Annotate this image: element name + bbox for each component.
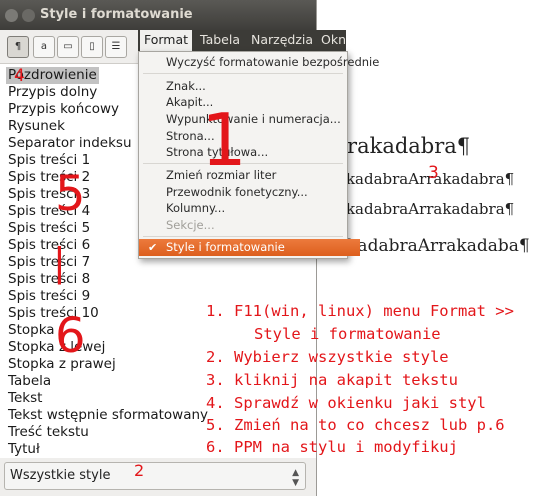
menu-item-styles-formatting[interactable]: ✔ Style i formatowanie xyxy=(139,239,360,256)
annotation-pointer: | xyxy=(53,240,66,284)
instruction-line: 1. F11(win, linux) menu Format >> xyxy=(206,302,514,320)
annotation-number: 2 xyxy=(134,461,145,480)
menu-item-phonetic-guide[interactable]: Przewodnik fonetyczny... xyxy=(166,185,308,199)
style-item[interactable]: Rysunek xyxy=(8,118,65,135)
document-paragraph[interactable]: akadabraArrakadabra¶ xyxy=(337,200,514,218)
style-item[interactable]: Spis treści 9 xyxy=(8,288,90,305)
menu-separator xyxy=(143,73,343,74)
menu-item-label: Style i formatowanie xyxy=(166,240,285,254)
style-item[interactable]: Spis treści 7 xyxy=(8,254,90,271)
annotation-number: 1 xyxy=(201,98,247,182)
instruction-line: 6. PPM na stylu i modyfikuj xyxy=(206,438,458,456)
style-filter-select[interactable]: Wszystkie style ▲ ▼ xyxy=(4,462,306,490)
style-item[interactable]: Przypis końcowy xyxy=(8,101,119,118)
menu-item-bullets-numbering[interactable]: Wypunktowanie i numeracja... xyxy=(166,112,341,126)
annotation-number: 3 xyxy=(428,163,439,183)
document-paragraph[interactable]: akadabraArrakadaba¶ xyxy=(337,236,530,256)
style-item[interactable]: Tekst xyxy=(8,390,42,407)
instruction-line: Style i formatowanie xyxy=(254,325,441,343)
style-item[interactable]: Stopka xyxy=(8,322,55,339)
panel-title: Style i formatowanie xyxy=(40,7,193,22)
panel-titlebar[interactable]: Style i formatowanie xyxy=(0,0,316,30)
style-item[interactable]: Spis treści 6 xyxy=(8,237,90,254)
close-button[interactable] xyxy=(5,9,18,22)
menu-bar: Format Tabela Narzędzia Okn xyxy=(138,30,346,51)
character-styles-icon[interactable]: a xyxy=(33,36,55,58)
document-paragraph[interactable]: rrakadabra¶ xyxy=(337,134,470,158)
menu-narzedzia[interactable]: Narzędzia xyxy=(251,32,313,47)
page-styles-icon[interactable]: ▯ xyxy=(81,36,103,58)
style-item[interactable]: Tabela xyxy=(8,373,51,390)
minimize-button[interactable] xyxy=(22,9,35,22)
check-icon: ✔ xyxy=(148,241,158,254)
instruction-line: 5. Zmień na to co chcesz lub p.6 xyxy=(206,416,505,434)
menu-tabela[interactable]: Tabela xyxy=(200,32,240,47)
menu-item-clear-formatting[interactable]: Wyczyść formatowanie bezpośrednie xyxy=(166,55,379,69)
style-filter-value: Wszystkie style xyxy=(10,468,111,483)
instruction-line: 4. Sprawdź w okienku jaki styl xyxy=(206,394,486,412)
style-item[interactable]: Spis treści 8 xyxy=(8,271,90,288)
menu-okno[interactable]: Okn xyxy=(321,32,346,47)
list-styles-icon[interactable]: ☰ xyxy=(105,36,127,58)
style-item[interactable]: Tekst wstępnie sformatowany xyxy=(8,407,208,424)
menu-item-sections[interactable]: Sekcje... xyxy=(166,218,215,232)
style-item[interactable]: Treść tekstu xyxy=(8,424,89,441)
style-item[interactable]: Spis treści 5 xyxy=(8,220,90,237)
annotation-number: 4 xyxy=(14,66,25,86)
frame-styles-icon[interactable]: ▭ xyxy=(57,36,79,58)
style-item[interactable]: Tytuł xyxy=(8,441,40,458)
style-item[interactable]: Separator indeksu xyxy=(8,135,132,152)
menu-separator xyxy=(143,236,343,237)
filter-bar: Wszystkie style ▲ ▼ xyxy=(0,458,316,496)
annotation-number: 6 xyxy=(55,308,86,364)
menu-item-columns[interactable]: Kolumny... xyxy=(166,201,225,215)
menu-format[interactable]: Format xyxy=(140,30,193,51)
instruction-line: 2. Wybierz wszystkie style xyxy=(206,348,449,366)
paragraph-styles-icon[interactable]: ¶ xyxy=(7,36,29,58)
annotation-number: 5 xyxy=(55,166,86,222)
document-paragraph[interactable]: akadabraArrakadabra¶ xyxy=(337,170,514,188)
menu-item-character[interactable]: Znak... xyxy=(166,79,206,93)
updown-arrow-icon: ▲ ▼ xyxy=(292,468,299,488)
style-item[interactable]: Przypis dolny xyxy=(8,84,97,101)
instruction-line: 3. kliknij na akapit tekstu xyxy=(206,371,458,389)
